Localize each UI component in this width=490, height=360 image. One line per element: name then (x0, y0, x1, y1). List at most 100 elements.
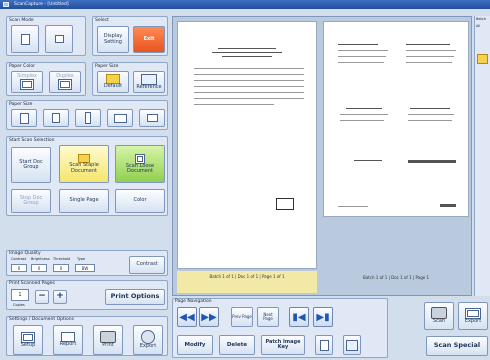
scan-mode-label: Scan Mode (9, 18, 34, 23)
color-label: Color (133, 197, 147, 204)
delete-button[interactable]: Delete (219, 335, 255, 355)
tall-page-icon (85, 112, 91, 124)
first-page-button[interactable]: ▮◀ (289, 307, 309, 327)
text-line (406, 50, 456, 51)
batch-panel-tab[interactable]: All (476, 24, 480, 28)
size-option-4[interactable] (107, 109, 133, 127)
insert-page-button[interactable] (315, 335, 333, 355)
table-rule (194, 68, 304, 69)
modify-button[interactable]: Modify (177, 335, 213, 355)
size-option-3[interactable] (75, 109, 101, 127)
stop-doc-group-label: Stop Doc Group (19, 194, 43, 206)
export-settings-button[interactable]: Export (133, 325, 163, 355)
report-label: Report (59, 341, 77, 348)
portrait-page-icon (52, 113, 60, 123)
threshold-col-label: Threshold (53, 257, 71, 261)
window-title: ScanCapture - [Untitled] (14, 2, 69, 7)
next-page-label: Next Page (263, 311, 273, 321)
contrast-button[interactable]: Contrast (129, 256, 165, 274)
envelope-icon (276, 198, 294, 210)
delete-label: Delete (226, 341, 248, 348)
patch-image-key-button[interactable]: Patch Image Key (261, 335, 305, 355)
simplex-button[interactable]: Simplex (11, 71, 43, 93)
portrait-page-icon (19, 112, 29, 124)
start-scan-group: Start Scan Selection Start Doc Group Sca… (6, 136, 168, 216)
right-page-caption: Batch 1 of 1 | Doc 1 of 1 | Page 1 (362, 275, 430, 280)
copies-label: Copies (13, 303, 25, 307)
decrease-copies-button[interactable]: − (35, 290, 49, 304)
threshold-field[interactable]: 0 (53, 264, 69, 272)
display-settings-label: Display Setting (103, 33, 123, 45)
left-page-caption: Batch 1 of 1 | Doc 1 of 1 | Page 1 of 1 (177, 271, 317, 293)
print-label: Print (102, 342, 114, 349)
exit-button[interactable]: Exit (133, 26, 165, 53)
left-page-preview[interactable] (177, 21, 317, 269)
right-page-preview[interactable] (323, 21, 469, 217)
scan-special-button[interactable]: Scan Special (426, 336, 488, 356)
size-option-1[interactable] (11, 109, 37, 127)
batch-side-panel: Batch All (474, 16, 490, 296)
text-line (338, 44, 378, 45)
paper-size-group: Paper Size Default Reference (92, 62, 168, 96)
paper-size-label: Paper Size (95, 64, 119, 69)
reference-size-label: Reference (136, 83, 162, 90)
documents-icon (135, 153, 145, 164)
size-option-2[interactable] (43, 109, 69, 127)
last-page-button[interactable]: ▶▮ (313, 307, 333, 327)
text-line (218, 48, 276, 49)
display-settings-button[interactable]: Display Setting (97, 26, 129, 53)
color-button[interactable]: Color (115, 189, 165, 213)
print-button[interactable]: Print (93, 325, 123, 355)
table-rule (194, 86, 304, 87)
patch-image-key-label: Patch Image Key (265, 338, 301, 350)
copies-count-field[interactable]: 1 (11, 289, 29, 301)
gallery-button[interactable] (343, 335, 361, 355)
setup-button[interactable]: Setup (13, 325, 43, 355)
export-label: Export (139, 343, 157, 350)
increase-copies-button[interactable]: + (53, 290, 67, 304)
disc-icon (141, 330, 155, 345)
text-line (340, 120, 384, 121)
stop-doc-group-button[interactable]: Stop Doc Group (11, 189, 51, 213)
batch-folder-icon[interactable] (477, 54, 488, 64)
default-size-button[interactable]: Default (97, 71, 129, 93)
rewind-button[interactable]: ◀◀ (177, 307, 197, 327)
table-rule (194, 92, 304, 93)
duplex-button[interactable]: Duplex (49, 71, 81, 93)
brightness-field[interactable]: 0 (31, 264, 47, 272)
scan-mode-option-b[interactable] (45, 25, 73, 53)
contrast-col-label: Contrast (11, 257, 26, 261)
export-button-label: Export (464, 317, 482, 324)
page-navigation-label: Page Navigation (175, 299, 212, 304)
fast-forward-button[interactable]: ▶▶ (199, 307, 219, 327)
start-doc-group-button[interactable]: Start Doc Group (11, 147, 51, 183)
single-page-button[interactable]: Single Page (59, 189, 109, 213)
export-button[interactable]: Export (458, 302, 488, 330)
scan-staple-button[interactable]: Scan Staple Document (59, 145, 109, 183)
text-line (354, 160, 382, 161)
print-settings-group: Print Scanned Pages 1 Copies − + Print O… (6, 280, 168, 310)
scan-mode-option-a[interactable] (11, 25, 39, 53)
contrast-field[interactable]: 0 (11, 264, 27, 272)
scan-loose-button[interactable]: Scan Loose Document (115, 145, 165, 183)
size-option-5[interactable] (139, 109, 165, 127)
paper-size-options-group: Paper Size (6, 100, 168, 130)
reference-size-button[interactable]: Reference (133, 71, 165, 93)
text-line (340, 114, 388, 115)
print-options-button[interactable]: Print Options (105, 289, 165, 305)
display-group-label: Select (95, 18, 109, 23)
scan-button[interactable]: Scan (424, 302, 454, 330)
report-button[interactable]: Report (53, 325, 83, 355)
scan-staple-label: Scan Staple Document (69, 162, 99, 174)
table-rule (194, 74, 304, 75)
paper-size-options-label: Paper Size (9, 102, 33, 107)
text-line (408, 114, 454, 115)
next-page-button[interactable]: Next Page (257, 307, 279, 327)
type-field[interactable]: BW (75, 264, 95, 272)
image-quality-group: Image Quality Contrast Brightness Thresh… (6, 250, 168, 276)
text-line (338, 56, 386, 57)
table-rule (194, 80, 304, 81)
text-line (338, 206, 368, 207)
prev-page-button[interactable]: Prev Page (231, 307, 253, 327)
text-line (408, 120, 452, 121)
